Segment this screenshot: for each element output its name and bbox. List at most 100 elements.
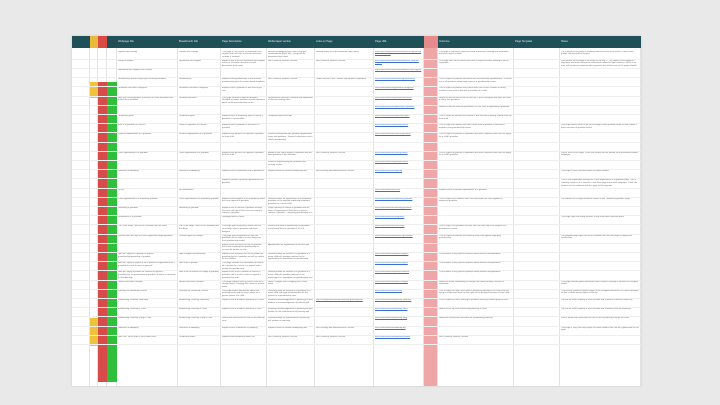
cell-outcome: This is helpful for parents who need to … (439, 234, 501, 240)
cell-url[interactable]: http://www.ireland.ie/parents-right-lawy… (375, 235, 422, 243)
cell-url[interactable]: http://www.ireland.ie/adopting (375, 170, 422, 178)
header-cell-4[interactable]: Webpage title (117, 36, 178, 48)
cell-url[interactable]: http://www.ireland.ie/adopting-diff (375, 327, 422, 335)
header-cell-5[interactable]: Breadcrumb title (178, 36, 221, 48)
cell-scraper: Voluntary acknowledgement of paternity p… (268, 308, 313, 313)
cell-url[interactable]: http://www.ireland.ie/guardian-forms (375, 161, 422, 169)
cell-links[interactable]: See 'Domestic violence' section (316, 152, 372, 160)
cell-breadcrumb: Guardian decisions (179, 96, 197, 99)
cell-outcome: This is helpful for those who need to es… (439, 289, 510, 295)
cell-notes: This page helps but would remove. It may… (561, 216, 625, 219)
cell-description: This page/section information about how … (222, 289, 260, 298)
cell-scraper: Verified petition for removal of a guard… (268, 271, 313, 279)
cell-breadcrumb: Paternity for unmarried Parents (179, 289, 208, 292)
cell-title: Establishing Paternity in Court (118, 308, 146, 311)
cell-breadcrumb: Court appointment of a temporary guardia… (179, 197, 219, 200)
cell-breadcrumb (179, 106, 219, 114)
cell-scraper (268, 87, 313, 95)
cell-scraper (268, 69, 313, 77)
cell-url[interactable]: http://www.ireland.ie/petition-appeal (375, 262, 422, 270)
cell-breadcrumb: Separation with support (179, 59, 201, 62)
cell-notes (561, 87, 639, 95)
cell-outcome: This is helpful for families who don't k… (439, 124, 505, 129)
cell-outcome (439, 327, 512, 335)
header-cell-10[interactable] (424, 36, 438, 48)
header-cell-6[interactable]: Page Description (221, 36, 267, 48)
header-cell-11[interactable]: Outcome (438, 36, 514, 48)
cell-scraper (268, 235, 313, 243)
cell-notes (561, 253, 639, 261)
cell-description: Explains how a person can file for petit… (222, 252, 265, 261)
cell-links (316, 235, 372, 243)
cell-description: Explains how to establish paternity in c… (222, 308, 262, 311)
cell-breadcrumb: Difference of Adopting (179, 170, 200, 173)
cell-url[interactable]: http://www.ireland.ie/temporary-agent (375, 115, 422, 123)
cell-url[interactable]: http://www.ireland.ie/appointing-a-guard… (375, 106, 422, 114)
cell-url[interactable]: http://www.ireland.ie/paternity-court (375, 308, 422, 316)
cell-url[interactable]: http://www.ireland.ie/guardian-minor (375, 124, 422, 132)
header-cell-0[interactable] (72, 36, 90, 48)
header-cell-12[interactable]: Page Template (514, 36, 560, 48)
cell-description: Explains what guardianship is and outlin… (222, 78, 265, 83)
cell-url[interactable]: http://www.ireland.ie/lifeeventsguardian… (375, 78, 422, 86)
cell-title: Establishing Paternity Voluntarily (118, 298, 149, 301)
cell-url[interactable]: http://www.ireland.ie/lifeeventsdivorce/… (375, 60, 422, 68)
cell-links (316, 133, 372, 141)
cell-notes: The link for State Registry of Vital Rec… (561, 308, 631, 311)
cell-url[interactable]: http://www.ireland.ie/petition-removal (375, 271, 422, 279)
cell-links[interactable]: See 'Domestic violence' section (316, 60, 372, 68)
cell-notes: This section should be moved higher in t… (561, 289, 639, 295)
cell-links (316, 97, 372, 105)
cell-notes (561, 133, 639, 141)
cell-description: Explains when a temporary agent is where… (222, 114, 263, 120)
cell-links[interactable]: http://www.gov.ie/en/forms/voluntary-pat… (316, 299, 372, 307)
cell-links (316, 308, 372, 316)
cell-links (316, 87, 372, 95)
cell-url[interactable]: http://www.ireland.ie/temporary-guardian (375, 198, 422, 206)
cell-url[interactable]: http://www.ireland.ie/guardian-decisions (375, 97, 422, 105)
cell-links (316, 271, 372, 279)
cell-url[interactable]: http://www.ireland.ie/resignation (375, 216, 422, 224)
cell-url[interactable]: http://www.ireland.ie/financial-guardian (375, 133, 422, 141)
cell-links[interactable]: See 'Housing and Homelessness' section (316, 170, 372, 178)
cell-links[interactable]: Related library must be redirected, lega… (316, 51, 372, 59)
header-cell-13[interactable]: Notes (560, 36, 641, 48)
cell-url[interactable]: http://www.ireland.ie/name-changes (375, 281, 422, 289)
cell-url[interactable]: http://www.ireland.ie/paternity (375, 290, 422, 298)
cell-url (375, 143, 422, 151)
cell-url[interactable]: http://www.ireland.ie/petition-appoint (375, 253, 422, 261)
cell-url[interactable]: http://www.ireland.ie/court-guardian (375, 152, 422, 160)
cell-description: Webpage does not exist (222, 216, 245, 219)
cell-links[interactable]: See 'Domestic violence' section (316, 336, 372, 344)
header-cell-9[interactable]: Page URL (374, 36, 424, 48)
header-cell-8[interactable]: Links on Page (315, 36, 374, 48)
cell-scraper: Explains how courts appoint a guardian a… (268, 151, 312, 157)
cell-url[interactable]: http://www.ireland.ie/court-helps (375, 225, 422, 233)
cell-url (375, 179, 422, 187)
cell-url[interactable]: http://www.ireland.ie/removing-guardian (375, 207, 422, 215)
cell-url[interactable]: http://www.ireland.ie/paternity-filing (375, 317, 422, 325)
cell-links[interactable]: See 'Housing and Homelessness' section (316, 327, 372, 335)
row-divider (72, 343, 641, 345)
header-cell-1[interactable] (90, 36, 98, 48)
cell-url[interactable]: http://www.ireland.ie/paternity-voluntar… (375, 299, 422, 307)
cell-outcome: This answers a very specific question ab… (439, 262, 501, 265)
cell-links[interactable]: CHAD section of the Children and Familie… (316, 78, 372, 86)
cell-url[interactable]: http://www.ireland.ie/no-fee (375, 189, 422, 197)
cell-scraper: Verified petition for establishment of p… (268, 317, 310, 322)
cell-title (118, 244, 176, 252)
cell-outcome: This is useful for parents to be aware o… (439, 114, 512, 120)
cell-title: How can I file or make a court order hel… (118, 335, 157, 338)
cell-outcome (439, 161, 512, 169)
cell-breadcrumb: How to file to remove or change a guardi… (179, 271, 219, 274)
cell-url[interactable]: http://www.ireland.ie/lifeeventsdivorce/… (375, 69, 422, 77)
cell-notes (561, 262, 639, 270)
header-cell-7[interactable]: Webscraper section (267, 36, 315, 48)
cell-url[interactable]: http://www.ireland.ie/temporary-orders (375, 336, 422, 344)
cell-url[interactable]: http://www.ireland.ie/lifeeventsdivorce/… (375, 51, 422, 59)
cell-title (118, 179, 176, 187)
header-cell-3[interactable] (107, 36, 117, 48)
cell-url[interactable]: http://www.ireland.ie/guardians-caregive… (375, 87, 422, 95)
header-cell-2[interactable] (98, 36, 107, 48)
cell-notes: This page is very clear and helpful for … (561, 326, 639, 332)
